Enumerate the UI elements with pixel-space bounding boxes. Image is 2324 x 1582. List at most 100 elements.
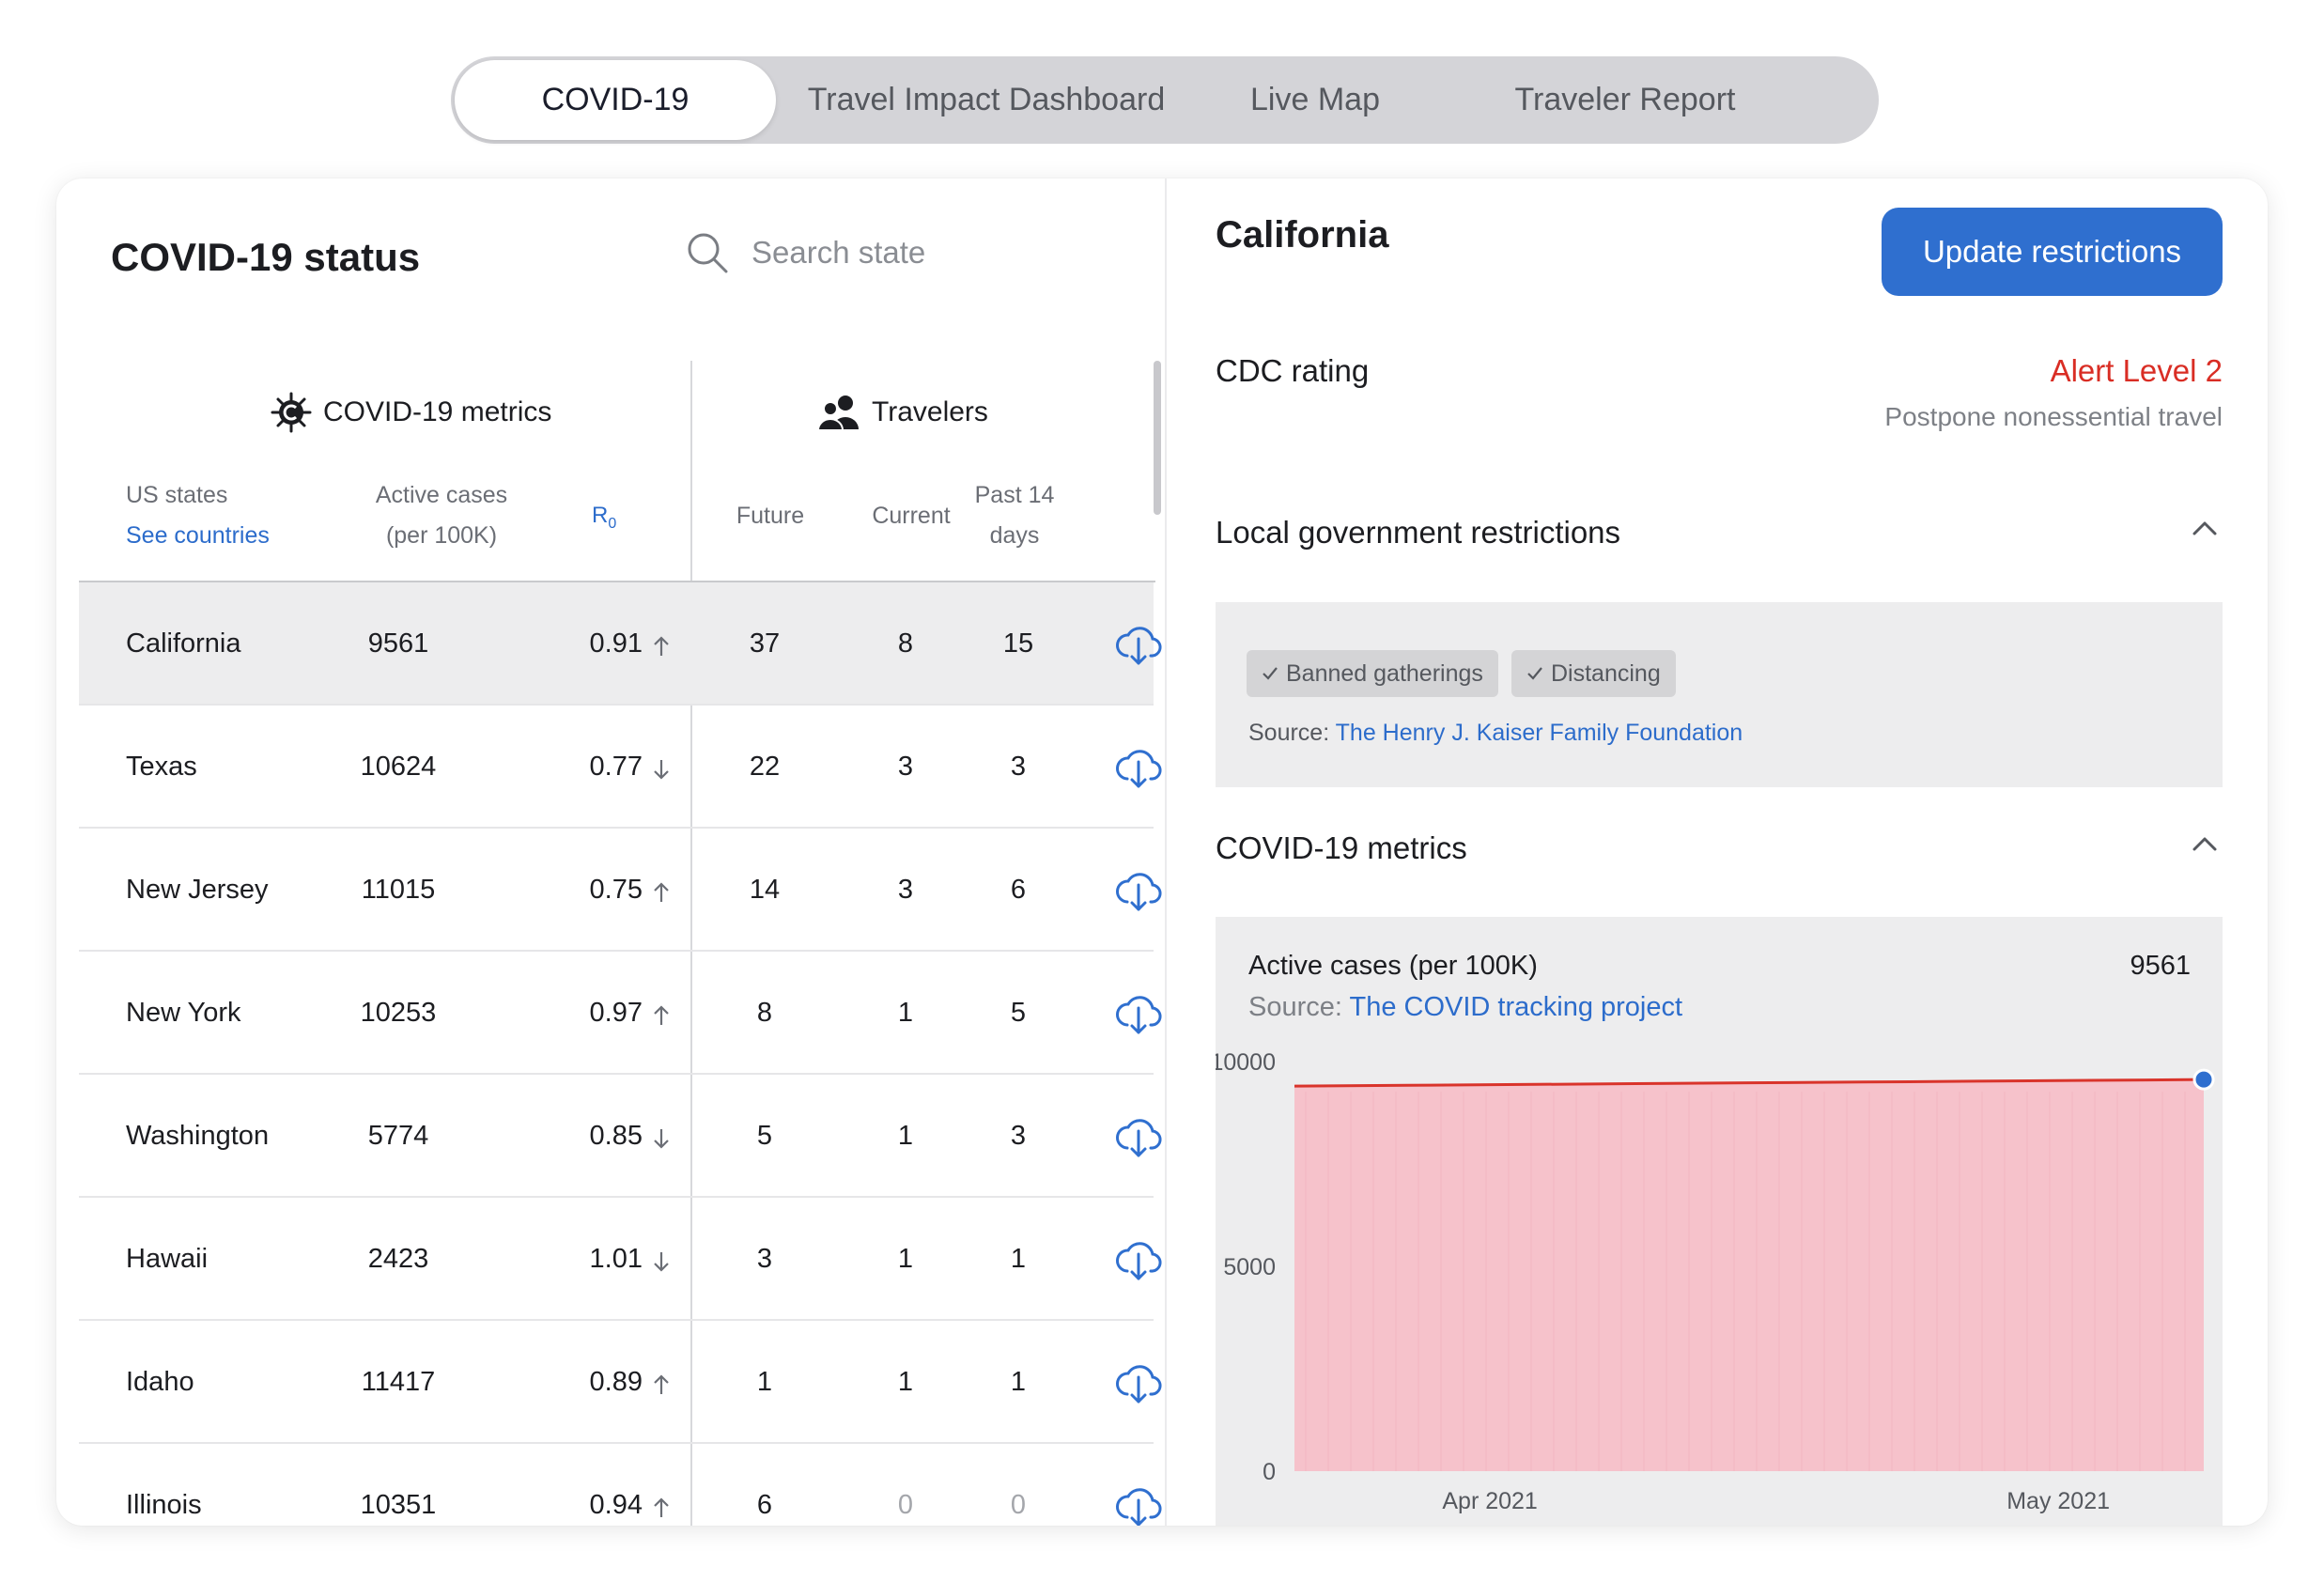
check-icon: [1527, 667, 1542, 680]
active-cases-chart: 0 5000 10000 Apr 2021 May 2021: [1216, 1049, 2215, 1514]
tab-covid-19[interactable]: COVID-19: [455, 60, 776, 140]
x-tick-label: May 2021: [2006, 1488, 2110, 1514]
r0-value: 0.91: [589, 628, 643, 659]
state-name: New York: [126, 998, 241, 1028]
current-travelers-value: 0: [897, 1490, 914, 1520]
col-past-line1: Past 14: [974, 482, 1055, 508]
table-row[interactable]: Texas 10624 0.77 22 3 3: [79, 706, 1162, 829]
trend-up-icon: [654, 1497, 669, 1517]
state-name: Illinois: [126, 1490, 202, 1520]
table-scrollbar-thumb[interactable]: [1154, 361, 1161, 515]
source-prefix: Source:: [1248, 720, 1336, 746]
restrictions-source: Source: The Henry J. Kaiser Family Found…: [1248, 720, 1743, 747]
r0-value: 1.01: [589, 1244, 643, 1274]
chevron-up-icon[interactable]: [2191, 519, 2219, 537]
current-travelers-value: 3: [897, 875, 914, 905]
past-travelers-value: 5: [1010, 998, 1027, 1028]
cdc-alert-level: Alert Level 2: [2050, 353, 2223, 388]
col-active-line1: Active cases: [375, 482, 508, 508]
active-cases-value: 10624: [360, 752, 437, 782]
update-restrictions-button[interactable]: Update restrictions: [1882, 208, 2223, 296]
search-icon[interactable]: [686, 231, 729, 274]
r0-value: 0.97: [589, 998, 643, 1028]
y-tick-label: 10000: [1216, 1049, 1276, 1076]
col-header-active-cases: Active cases (per 100K): [338, 475, 545, 556]
chip-label: Distancing: [1551, 660, 1661, 687]
covid-metrics-section-title[interactable]: COVID-19 metrics: [1216, 830, 1467, 866]
col-active-line2: (per 100K): [385, 522, 498, 549]
state-name: Hawaii: [126, 1244, 209, 1274]
covid-metrics-group-header: COVID-19 metrics: [271, 389, 551, 436]
col-header-past-14-days: Past 14 days: [958, 475, 1071, 556]
future-travelers-value: 3: [756, 1244, 773, 1274]
table-row[interactable]: Idaho 11417 0.89 1 1 1: [79, 1321, 1162, 1444]
travelers-group-header: Travelers: [817, 389, 988, 436]
table-row[interactable]: Illinois 10351 0.94 6 0 0: [79, 1444, 1162, 1526]
restrictions-section-title[interactable]: Local government restrictions: [1216, 515, 1620, 551]
future-travelers-value: 5: [756, 1121, 773, 1151]
col-header-future: Future: [736, 503, 805, 529]
chip-distancing: Distancing: [1511, 650, 1676, 697]
past-travelers-value: 3: [1010, 1121, 1027, 1151]
trend-up-icon: [654, 882, 669, 902]
y-tick-label: 0: [1263, 1459, 1276, 1485]
state-name: California: [126, 628, 241, 659]
see-countries-link[interactable]: See countries: [126, 516, 270, 556]
tab-live-map[interactable]: Live Map: [1202, 60, 1428, 140]
cdc-rating-label: CDC rating: [1216, 353, 1370, 388]
state-name: Washington: [126, 1121, 270, 1151]
travelers-label: Travelers: [872, 396, 988, 427]
table-row[interactable]: New Jersey 11015 0.75 14 3 6: [79, 829, 1162, 952]
virus-icon: [271, 392, 312, 433]
past-travelers-value: 0: [1010, 1490, 1027, 1520]
tab-travel-impact-dashboard[interactable]: Travel Impact Dashboard: [798, 60, 1174, 140]
covid-metrics-label: COVID-19 metrics: [323, 396, 552, 427]
top-tab-bar: COVID-19 Travel Impact Dashboard Live Ma…: [451, 56, 1879, 144]
people-icon: [817, 396, 859, 431]
table-scrollbar-track[interactable]: [1154, 361, 1161, 1526]
past-travelers-value: 15: [1002, 628, 1034, 659]
x-tick-label: Apr 2021: [1442, 1488, 1537, 1514]
y-tick-label: 5000: [1223, 1254, 1276, 1280]
col-header-us-states: US states See countries: [126, 475, 270, 556]
current-travelers-value: 1: [897, 1244, 914, 1274]
future-travelers-value: 37: [749, 628, 781, 659]
active-cases-value: 11417: [361, 1367, 436, 1397]
r0-value: 0.89: [589, 1367, 643, 1397]
metrics-panel: Active cases (per 100K) 9561 Source: The…: [1216, 917, 2223, 1526]
kff-source-link[interactable]: The Henry J. Kaiser Family Foundation: [1336, 720, 1743, 746]
search-input[interactable]: [751, 227, 1071, 278]
table-row[interactable]: Hawaii 2423 1.01 3 1 1: [79, 1198, 1162, 1321]
past-travelers-value: 1: [1010, 1244, 1027, 1274]
active-cases-value: 2423: [367, 1244, 429, 1274]
tab-traveler-report[interactable]: Traveler Report: [1465, 60, 1785, 140]
past-travelers-value: 6: [1010, 875, 1027, 905]
state-name: New Jersey: [126, 875, 269, 905]
panel-divider: [1165, 178, 1167, 1526]
future-travelers-value: 1: [756, 1367, 773, 1397]
future-travelers-value: 14: [749, 875, 781, 905]
table-row[interactable]: Washington 5774 0.85 5 1 3: [79, 1075, 1162, 1198]
col-header-r0[interactable]: R0: [592, 503, 616, 533]
past-travelers-value: 1: [1010, 1367, 1027, 1397]
future-travelers-value: 6: [756, 1490, 773, 1520]
check-icon: [1263, 667, 1278, 680]
future-travelers-value: 8: [756, 998, 773, 1028]
trend-down-icon: [654, 760, 669, 780]
trend-down-icon: [654, 1129, 669, 1149]
table-row[interactable]: New York 10253 0.97 8 1 5: [79, 952, 1162, 1075]
chevron-up-icon[interactable]: [2191, 834, 2219, 853]
r0-subscript: 0: [608, 515, 617, 532]
active-cases-value: 10253: [360, 998, 437, 1028]
active-cases-value: 9561: [367, 628, 429, 659]
main-card: COVID-19 status COVID-19 metrics Travele…: [56, 178, 2268, 1526]
cdc-advice: Postpone nonessential travel: [1884, 402, 2223, 431]
chip-banned-gatherings: Banned gatherings: [1247, 650, 1498, 697]
col-header-current: Current: [872, 503, 951, 529]
current-travelers-value: 1: [897, 1121, 914, 1151]
trend-up-icon: [654, 1374, 669, 1394]
active-cases-value: 5774: [367, 1121, 429, 1151]
active-cases-value: 10351: [360, 1490, 437, 1520]
trend-down-icon: [654, 1252, 669, 1272]
table-row[interactable]: California 9561 0.91 37 8 15: [79, 582, 1162, 706]
